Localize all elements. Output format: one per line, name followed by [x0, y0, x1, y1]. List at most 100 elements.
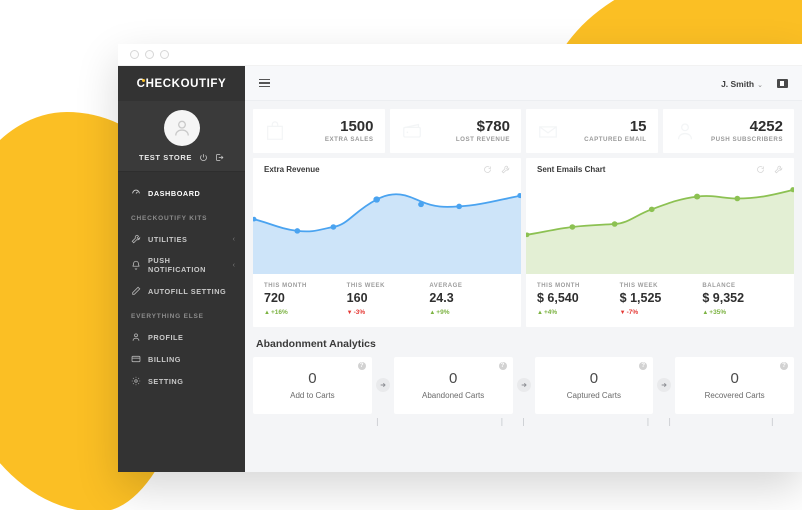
stat-label: THIS WEEK	[619, 283, 658, 289]
person-icon	[131, 332, 141, 342]
sidebar-item-utilities[interactable]: UTILITIES ‹	[118, 228, 245, 250]
sidebar-item-label: BILLING	[148, 354, 182, 364]
sidebar: CHECKOUTIFY TEST STORE DASHBOARD CHECKOU…	[118, 66, 245, 472]
sidebar-item-profile[interactable]: PROFILE	[118, 326, 245, 348]
avatar[interactable]	[163, 110, 200, 146]
funnel-value: 0	[730, 369, 739, 387]
window-maximize-dot[interactable]	[160, 50, 169, 59]
brand-logo[interactable]: CHECKOUTIFY	[118, 66, 245, 101]
sidebar-item-billing[interactable]: BILLING	[118, 348, 245, 370]
brand-text: CHECKOUTIFY	[137, 78, 227, 90]
refresh-icon[interactable]	[483, 165, 492, 174]
funnel-value: 0	[308, 369, 317, 387]
bell-icon	[131, 260, 141, 270]
kpi-row: 1500 EXTRA SALES $780 LOST REVENUE 15 CA…	[253, 109, 794, 153]
sidebar-item-label: PUSH NOTIFICATION	[148, 256, 206, 274]
funnel-card-recovered-carts[interactable]: ? 0 Recovered Carts	[675, 356, 794, 414]
funnel-card-captured-carts[interactable]: ? 0 Captured Carts	[534, 356, 654, 414]
refresh-icon[interactable]	[756, 165, 765, 174]
stat-label: BALANCE	[702, 283, 736, 289]
trend-down-icon: ▼	[346, 309, 353, 316]
kpi-card-lost-revenue[interactable]: $780 LOST REVENUE	[389, 109, 521, 153]
stat-value: 720	[264, 291, 285, 305]
user-icon	[674, 120, 696, 142]
chart-plot-extra-revenue[interactable]	[253, 176, 521, 274]
funnel-value: 0	[589, 369, 599, 387]
user-menu[interactable]: J. Smith ⌄	[721, 74, 763, 92]
help-icon[interactable]: ?	[357, 361, 366, 370]
sidebar-item-autofill-setting[interactable]: AUTOFILL SETTING	[118, 280, 245, 302]
kpi-text: 15 CAPTURED EMAIL	[584, 117, 647, 143]
sidebar-item-push-notification[interactable]: PUSH NOTIFICATION ‹	[118, 250, 245, 280]
chart-header: Sent Emails Chart	[526, 158, 794, 176]
kpi-card-extra-sales[interactable]: 1500 EXTRA SALES	[253, 109, 385, 153]
stat-label: AVERAGE	[429, 283, 463, 289]
window-close-dot[interactable]	[130, 50, 139, 59]
browser-titlebar	[118, 44, 802, 66]
stat-delta-value: -3%	[353, 308, 366, 316]
settings-wrench-icon[interactable]	[774, 165, 783, 174]
card-icon	[131, 354, 141, 364]
stat-delta: ▲+16%	[264, 309, 345, 316]
stat-delta: ▲+4%	[537, 309, 618, 316]
help-icon[interactable]: ?	[780, 361, 788, 370]
arrow-right-icon[interactable]	[516, 378, 531, 393]
stat-label: THIS MONTH	[264, 283, 307, 289]
funnel-card-add-to-carts[interactable]: ? 0 Add to Carts	[253, 356, 372, 414]
help-icon[interactable]: ?	[498, 361, 507, 370]
kpi-card-captured-email[interactable]: 15 CAPTURED EMAIL	[526, 109, 658, 153]
stat-value: 160	[346, 291, 368, 305]
window-minimize-dot[interactable]	[145, 50, 154, 59]
content: 1500 EXTRA SALES $780 LOST REVENUE 15 CA…	[245, 101, 802, 472]
trend-down-icon: ▼	[619, 309, 626, 316]
chart-actions	[756, 165, 783, 174]
arrow-right-icon[interactable]	[375, 378, 390, 393]
logout-icon[interactable]	[215, 153, 224, 162]
sidebar-item-label: PROFILE	[148, 332, 184, 342]
hamburger-icon[interactable]	[259, 78, 270, 88]
stat-delta-value: +16%	[270, 308, 288, 316]
trend-up-icon: ▲	[429, 309, 436, 316]
dashboard-icon	[131, 188, 141, 198]
kpi-card-push-subscribers[interactable]: 4252 PUSH SUBSCRIBERS	[662, 109, 794, 153]
funnel-ticks	[376, 417, 773, 426]
chart-stats-extra-revenue: THIS MONTH 720 ▲+16% THIS WEEK 160 ▼-3%	[253, 274, 521, 327]
chart-title: Extra Revenue	[264, 165, 320, 174]
stat-value: 24.3	[429, 291, 454, 305]
sidebar-item-label: SETTING	[148, 376, 184, 386]
stat-delta: ▼-3%	[347, 309, 428, 316]
chart-plot-sent-emails[interactable]	[526, 176, 794, 274]
chevron-down-icon: ⌄	[757, 82, 763, 89]
power-icon[interactable]	[199, 153, 208, 162]
stat-delta: ▲+9%	[429, 309, 510, 316]
section-title-abandonment: Abandonment Analytics	[256, 337, 376, 350]
kpi-text: $780 LOST REVENUE	[456, 118, 510, 143]
user-avatar-icon	[174, 120, 189, 136]
kpi-label: PUSH SUBSCRIBERS	[711, 136, 783, 144]
topbar: J. Smith ⌄	[245, 66, 802, 101]
stat-this-month: THIS MONTH $ 6,540 ▲+4%	[537, 283, 618, 316]
shopping-bag-icon	[264, 120, 286, 142]
funnel-card-abandoned-carts[interactable]: ? 0 Abandoned Carts	[393, 356, 513, 414]
settings-wrench-icon[interactable]	[501, 165, 510, 174]
gear-icon	[131, 376, 141, 386]
funnel-label: Abandoned Carts	[421, 390, 485, 400]
page-root: CHECKOUTIFY TEST STORE DASHBOARD CHECKOU…	[0, 0, 802, 510]
sidebar-item-setting[interactable]: SETTING	[118, 370, 245, 392]
funnel-arrow-2	[513, 357, 535, 414]
stat-delta-value: -7%	[626, 308, 639, 316]
kpi-value: 15	[629, 117, 647, 135]
sidebar-item-label: AUTOFILL SETTING	[148, 286, 227, 296]
apps-icon[interactable]	[777, 78, 788, 88]
arrow-right-icon[interactable]	[657, 378, 672, 393]
brand-logo-mark: C	[136, 77, 146, 90]
sidebar-item-dashboard[interactable]: DASHBOARD	[118, 182, 245, 204]
help-icon[interactable]: ?	[639, 361, 648, 370]
stat-delta-value: +9%	[436, 308, 450, 316]
stat-average: AVERAGE 24.3 ▲+9%	[429, 283, 510, 316]
chart-stats-sent-emails: THIS MONTH $ 6,540 ▲+4% THIS WEEK $ 1,52…	[526, 274, 794, 327]
main-area: J. Smith ⌄ 1500 EXTRA SALES $780 LOST RE…	[245, 66, 802, 472]
stat-balance: BALANCE $ 9,352 ▲+35%	[702, 283, 783, 316]
wrench-icon	[131, 234, 141, 244]
topbar-right: J. Smith ⌄	[721, 74, 788, 92]
